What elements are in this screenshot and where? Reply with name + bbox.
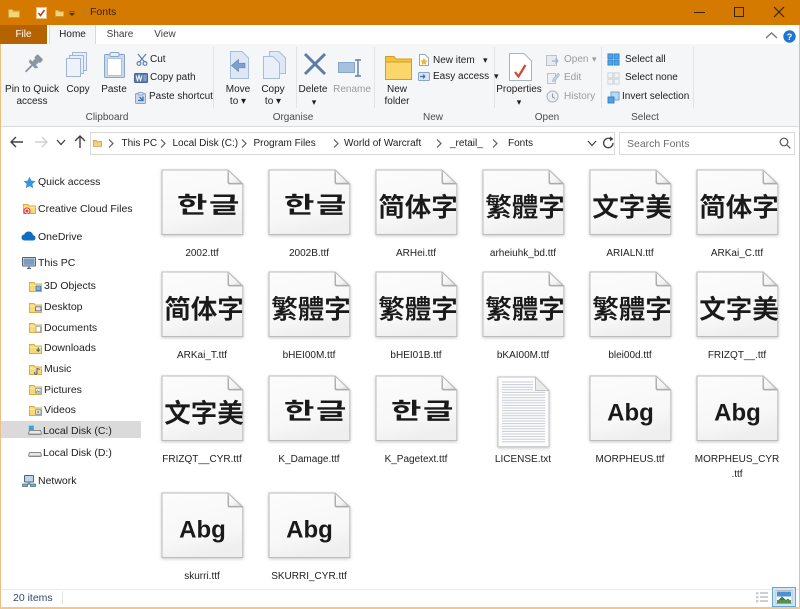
svg-text:Abg: Abg: [179, 516, 226, 543]
svg-text:Abg: Abg: [714, 400, 761, 427]
svg-text:Abg: Abg: [607, 400, 654, 427]
svg-text:Abg: Abg: [286, 516, 333, 543]
svg-text:?: ?: [787, 32, 793, 42]
